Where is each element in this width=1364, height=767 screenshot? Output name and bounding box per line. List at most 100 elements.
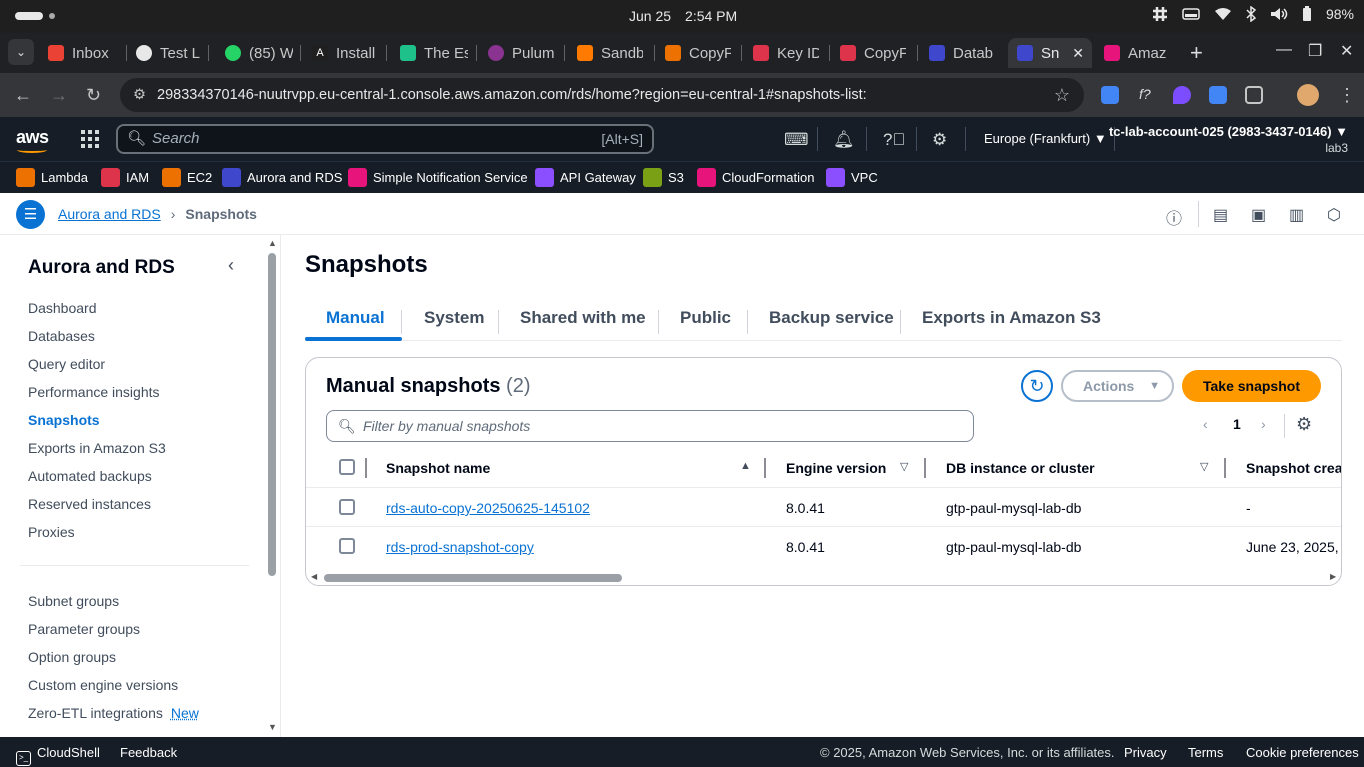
filter-input[interactable]: 🔍︎ Filter by manual snapshots <box>326 410 974 442</box>
profile-avatar[interactable] <box>1297 84 1319 106</box>
nav-item-databases[interactable]: Databases <box>28 328 95 344</box>
favorite-sns[interactable]: Simple Notification Service <box>348 168 528 187</box>
nav-item-performance-insights[interactable]: Performance insights <box>28 384 160 400</box>
nav-item-option-groups[interactable]: Option groups <box>28 649 116 665</box>
nav-item-reserved-instances[interactable]: Reserved instances <box>28 496 151 512</box>
nav-item-subnet-groups[interactable]: Subnet groups <box>28 593 119 609</box>
browser-tab-active[interactable]: Sn ✕ <box>1008 38 1092 68</box>
browser-tab[interactable]: Sandb <box>577 38 643 68</box>
browser-tab[interactable]: Datab <box>929 38 997 68</box>
favorite-lambda[interactable]: Lambda <box>16 168 88 187</box>
system-tray[interactable]: 98% <box>1152 6 1354 22</box>
region-selector[interactable]: Europe (Frankfurt) ▼ <box>984 131 1107 146</box>
nav-item-parameter-groups[interactable]: Parameter groups <box>28 621 140 637</box>
forward-icon[interactable]: → <box>50 85 68 106</box>
browser-tab[interactable]: A Install <box>312 38 380 68</box>
select-all-checkbox[interactable] <box>339 459 355 475</box>
scroll-up-arrow[interactable]: ▲ <box>268 238 277 248</box>
row-checkbox[interactable] <box>339 538 355 554</box>
notifications-bell-icon[interactable]: 🔔︎ <box>833 130 855 150</box>
browser-tab[interactable]: (85) W <box>225 38 293 68</box>
sidenav-scrollbar[interactable] <box>268 253 276 576</box>
table-preferences-gear-icon[interactable]: ⚙ <box>1296 414 1312 435</box>
tab-backup-service[interactable]: Backup service <box>769 308 894 328</box>
translate-extension-icon[interactable] <box>1101 86 1119 104</box>
info-icon[interactable]: ⓘ <box>1166 205 1182 229</box>
favorite-s3[interactable]: S3 <box>643 168 684 187</box>
column-header-snapshot-created[interactable]: Snapshot creat <box>1246 460 1341 476</box>
favorite-vpc[interactable]: VPC <box>826 168 878 187</box>
services-grid-icon[interactable] <box>81 130 99 148</box>
snapshot-link[interactable]: rds-auto-copy-20250625-145102 <box>386 500 590 516</box>
sort-ascending-icon[interactable]: ▲ <box>740 460 751 472</box>
terms-link[interactable]: Terms <box>1188 745 1223 760</box>
tab-manual[interactable]: Manual <box>326 308 385 328</box>
column-header-engine-version[interactable]: Engine version <box>786 460 886 476</box>
feedback-tool-icon[interactable]: ▤ <box>1213 205 1228 225</box>
cookie-preferences-link[interactable]: Cookie preferences <box>1246 745 1359 760</box>
scroll-right-arrow[interactable]: ▶ <box>1330 572 1336 581</box>
cloudshell-button[interactable]: >_ CloudShell <box>16 745 100 766</box>
extension-icon[interactable] <box>1173 86 1191 104</box>
address-bar[interactable]: ⚙ 298334370146-nuutrvpp.eu-central-1.con… <box>120 78 1084 112</box>
account-menu[interactable]: tc-lab-account-025 (2983-3437-0146) ▼ lab… <box>1109 124 1348 155</box>
activities-indicator[interactable] <box>15 12 43 20</box>
browser-tab[interactable]: Amaz <box>1104 38 1172 68</box>
nav-item-zero-etl[interactable]: Zero-ETL integrations New <box>28 705 199 721</box>
table-horizontal-scrollbar[interactable] <box>324 574 622 582</box>
refresh-button[interactable]: ↻ <box>1021 370 1053 402</box>
scroll-down-arrow[interactable]: ▼ <box>268 722 277 732</box>
nav-item-automated-backups[interactable]: Automated backups <box>28 468 152 484</box>
table-row[interactable]: rds-auto-copy-20250625-145102 8.0.41 gtp… <box>306 488 1341 527</box>
column-header-snapshot-name[interactable]: Snapshot name <box>386 460 490 476</box>
browser-tab[interactable]: The Es <box>400 38 468 68</box>
feedback-link[interactable]: Feedback <box>120 745 177 760</box>
clock[interactable]: Jun 25 2:54 PM <box>629 8 751 24</box>
scroll-left-arrow[interactable]: ◀ <box>311 572 317 581</box>
sort-icon[interactable]: ▽ <box>1200 460 1208 473</box>
browser-tab[interactable]: Pulum <box>488 38 554 68</box>
privacy-link[interactable]: Privacy <box>1124 745 1167 760</box>
snapshot-link[interactable]: rds-prod-snapshot-copy <box>386 539 534 555</box>
nav-item-dashboard[interactable]: Dashboard <box>28 300 97 316</box>
collapse-nav-icon[interactable]: ‹ <box>228 255 234 276</box>
chart-tool-icon[interactable]: ▣ <box>1251 205 1266 225</box>
row-checkbox[interactable] <box>339 499 355 515</box>
page-tool-icon[interactable]: ▥ <box>1289 205 1304 225</box>
minimize-icon[interactable]: — <box>1276 41 1292 59</box>
column-header-db-instance[interactable]: DB instance or cluster <box>946 460 1095 476</box>
reload-icon[interactable]: ↻ <box>86 85 101 106</box>
new-tab-button[interactable]: + <box>1190 40 1203 66</box>
browser-tab[interactable]: Test L <box>136 38 202 68</box>
prev-page-icon[interactable]: ‹ <box>1203 416 1208 432</box>
browser-tab[interactable]: CopyF <box>665 38 731 68</box>
bookmark-star-icon[interactable]: ☆ <box>1054 78 1070 112</box>
tab-search-button[interactable]: ⌄ <box>8 39 34 65</box>
take-snapshot-button[interactable]: Take snapshot <box>1182 370 1321 402</box>
sort-icon[interactable]: ▽ <box>900 460 908 473</box>
tab-system[interactable]: System <box>424 308 484 328</box>
next-page-icon[interactable]: › <box>1261 416 1266 432</box>
tab-exports-s3[interactable]: Exports in Amazon S3 <box>922 308 1101 328</box>
aws-logo[interactable]: aws <box>16 127 49 153</box>
nav-item-exports-s3[interactable]: Exports in Amazon S3 <box>28 440 166 456</box>
actions-dropdown[interactable]: Actions ▼ <box>1061 370 1174 402</box>
close-tab-icon[interactable]: ✕ <box>1072 45 1084 62</box>
maximize-icon[interactable]: ❐ <box>1308 41 1322 61</box>
nav-item-query-editor[interactable]: Query editor <box>28 356 105 372</box>
browser-tab[interactable]: CopyF <box>840 38 906 68</box>
nav-item-proxies[interactable]: Proxies <box>28 524 75 540</box>
favorite-api-gateway[interactable]: API Gateway <box>535 168 636 187</box>
favorite-rds[interactable]: Aurora and RDS <box>222 168 342 187</box>
browser-menu-icon[interactable]: ⋮ <box>1338 85 1356 106</box>
settings-gear-icon[interactable]: ⚙ <box>932 130 947 150</box>
menu-toggle-icon[interactable]: ☰ <box>16 200 45 229</box>
tab-public[interactable]: Public <box>680 308 731 328</box>
close-window-icon[interactable]: ✕ <box>1340 41 1353 61</box>
favorite-iam[interactable]: IAM <box>101 168 149 187</box>
nav-item-snapshots[interactable]: Snapshots <box>28 412 100 428</box>
back-icon[interactable]: ← <box>14 85 32 106</box>
table-row[interactable]: rds-prod-snapshot-copy 8.0.41 gtp-paul-m… <box>306 527 1341 566</box>
aws-search-input[interactable]: 🔍︎ Search [Alt+S] <box>116 124 654 154</box>
favorite-cloudformation[interactable]: CloudFormation <box>697 168 815 187</box>
